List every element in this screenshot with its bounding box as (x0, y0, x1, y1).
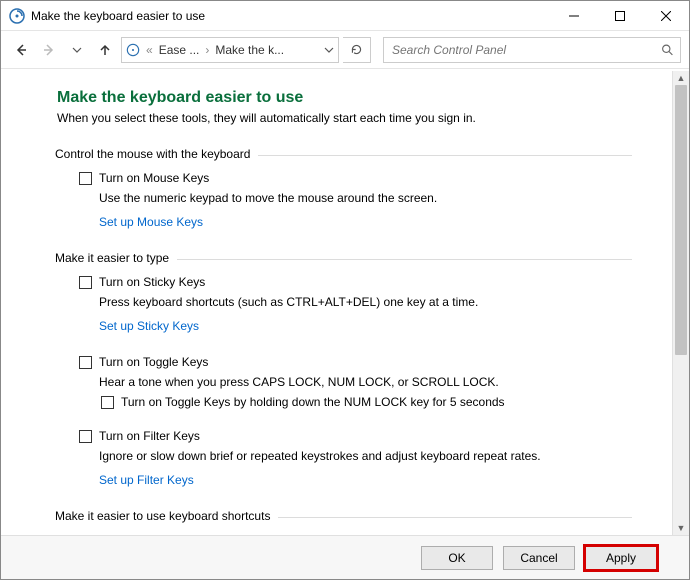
cancel-button[interactable]: Cancel (503, 546, 575, 570)
sticky-keys-checkbox[interactable] (79, 276, 92, 289)
scroll-down-icon[interactable]: ▼ (673, 521, 689, 535)
forward-button[interactable] (37, 38, 61, 62)
mouse-keys-checkbox[interactable] (79, 172, 92, 185)
page-title: Make the keyboard easier to use (57, 89, 632, 107)
group-shortcuts-label: Make it easier to use keyboard shortcuts (55, 509, 632, 523)
mouse-keys-desc: Use the numeric keypad to move the mouse… (99, 191, 632, 205)
minimize-button[interactable] (551, 1, 597, 31)
mouse-keys-label[interactable]: Turn on Mouse Keys (99, 171, 209, 185)
back-button[interactable] (9, 38, 33, 62)
setup-filter-keys-link[interactable]: Set up Filter Keys (99, 473, 632, 487)
filter-keys-checkbox[interactable] (79, 430, 92, 443)
address-dropdown-icon[interactable] (324, 45, 334, 55)
search-icon[interactable] (661, 43, 674, 56)
search-input[interactable] (384, 38, 680, 62)
sticky-keys-desc: Press keyboard shortcuts (such as CTRL+A… (99, 295, 632, 309)
group-mouse-label: Control the mouse with the keyboard (55, 147, 632, 161)
toggle-keys-label[interactable]: Turn on Toggle Keys (99, 355, 208, 369)
vertical-scrollbar[interactable]: ▲ ▼ (672, 71, 689, 535)
search-box[interactable] (383, 37, 681, 63)
chevron-right-icon: › (203, 43, 211, 57)
group-type-label: Make it easier to type (55, 251, 632, 265)
footer: OK Cancel Apply (1, 535, 689, 579)
content-area: Make the keyboard easier to use When you… (1, 71, 672, 535)
page-subtitle: When you select these tools, they will a… (57, 111, 632, 125)
crumb-sep-icon: « (144, 43, 155, 57)
scroll-up-icon[interactable]: ▲ (673, 71, 689, 85)
maximize-button[interactable] (597, 1, 643, 31)
scrollbar-thumb[interactable] (675, 85, 687, 355)
sticky-keys-label[interactable]: Turn on Sticky Keys (99, 275, 205, 289)
titlebar: Make the keyboard easier to use (1, 1, 689, 31)
recent-locations-button[interactable] (65, 38, 89, 62)
toggle-keys-checkbox[interactable] (79, 356, 92, 369)
ok-button[interactable]: OK (421, 546, 493, 570)
breadcrumb-parent[interactable]: Ease ... (159, 43, 200, 57)
toggle-keys-desc: Hear a tone when you press CAPS LOCK, NU… (99, 375, 632, 389)
filter-keys-label[interactable]: Turn on Filter Keys (99, 429, 200, 443)
breadcrumb-current[interactable]: Make the k... (215, 43, 284, 57)
toggle-keys-numlock-label[interactable]: Turn on Toggle Keys by holding down the … (121, 395, 505, 409)
setup-sticky-keys-link[interactable]: Set up Sticky Keys (99, 319, 632, 333)
navbar: « Ease ... › Make the k... (1, 31, 689, 69)
up-button[interactable] (93, 38, 117, 62)
filter-keys-desc: Ignore or slow down brief or repeated ke… (99, 449, 632, 463)
setup-mouse-keys-link[interactable]: Set up Mouse Keys (99, 215, 632, 229)
ease-of-access-icon (126, 43, 140, 57)
refresh-button[interactable] (343, 37, 371, 63)
close-button[interactable] (643, 1, 689, 31)
app-icon (9, 8, 25, 24)
address-bar[interactable]: « Ease ... › Make the k... (121, 37, 339, 63)
apply-button[interactable]: Apply (585, 546, 657, 570)
toggle-keys-numlock-checkbox[interactable] (101, 396, 114, 409)
window-title: Make the keyboard easier to use (31, 9, 205, 23)
